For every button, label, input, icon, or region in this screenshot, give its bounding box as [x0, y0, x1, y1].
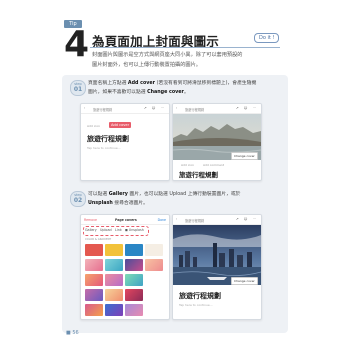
cover-swatch[interactable] — [85, 289, 103, 301]
page-number-value: 56 — [72, 330, 79, 336]
cover-swatch[interactable] — [85, 259, 103, 271]
text-run: 頁面名稱上方點選 — [88, 81, 128, 86]
tab-link[interactable]: Link — [115, 228, 122, 232]
add-icon-link[interactable]: Add icon — [87, 124, 100, 128]
topbar-title: 旅遊行程規劃 — [93, 107, 113, 112]
cover-swatch[interactable] — [105, 304, 123, 316]
back-icon[interactable]: ‹ — [84, 106, 85, 110]
topbar-title: 旅遊行程規劃 — [185, 218, 205, 223]
cover-swatch[interactable] — [125, 274, 143, 286]
intro-line: 封面圖片與圖示是空方式與網頁座大同小異，除了可以套用預設的 — [92, 52, 243, 58]
page-title[interactable]: 旅遊行程規劃 — [179, 291, 221, 301]
page-hint[interactable]: Tap here to continue... — [87, 146, 121, 150]
text-run: (若沒有看到可將滑鼠移到標題上)，會產生隨機 — [155, 81, 257, 86]
text-run: 。 — [183, 89, 189, 95]
mockup-topbar: ‹ 旅遊行程規劃 ↗ ☺ ⋯ — [173, 215, 261, 225]
intro-line: 圖片封面外，也可以上傳行動裝置拍攝的圖片。 — [92, 62, 201, 68]
add-icon-link[interactable]: Add icon — [181, 163, 194, 167]
cover-swatch[interactable] — [85, 304, 103, 316]
mockup-with-cover: ‹ 旅遊行程規劃 ↗ ☺ ⋯ Change cover Add icon Add… — [172, 103, 262, 181]
topbar-icons[interactable]: ↗ ☺ ⋯ — [236, 217, 258, 221]
mockup-page-covers: Remove Page covers Done Gallery Upload L… — [80, 214, 170, 320]
step-01-text: 頁面名稱上方點選 Add cover (若沒有看到可將滑鼠移到標題上)，會產生隨… — [88, 80, 284, 97]
topbar-title: 旅遊行程規劃 — [185, 107, 205, 112]
cover-swatch[interactable] — [105, 289, 123, 301]
mockup-unsplash-cover: ‹ 旅遊行程規劃 ↗ ☺ ⋯ Change cover 旅遊行程規劃 Tap h… — [172, 214, 262, 320]
cover-image-harbor — [173, 225, 261, 285]
cover-swatch[interactable] — [85, 274, 103, 286]
do-it-badge: Do it ! — [254, 33, 280, 43]
topbar-icons[interactable]: ↗ ☺ ⋯ — [144, 106, 166, 110]
cover-swatch[interactable] — [125, 259, 143, 271]
remove-button[interactable]: Remove — [84, 218, 97, 222]
text-bold: Gallery — [108, 192, 128, 197]
step-number: 02 — [73, 197, 83, 204]
change-cover-button[interactable]: Change cover — [231, 152, 258, 160]
cover-swatch[interactable] — [125, 244, 143, 256]
intro-text: 封面圖片與圖示是空方式與網頁座大同小異，除了可以套用預設的 圖片封面外，也可以上… — [92, 50, 282, 70]
cover-swatch[interactable] — [105, 244, 123, 256]
cover-picker-header: Remove Page covers Done — [81, 215, 169, 225]
text-bold: Unsplash — [88, 200, 113, 206]
step-number: 01 — [73, 86, 83, 93]
title-divider — [90, 47, 280, 48]
page-number: ■ 56 — [66, 330, 79, 336]
change-cover-button[interactable]: Change cover — [231, 277, 258, 285]
cover-swatch[interactable] — [125, 289, 143, 301]
cover-swatch[interactable] — [145, 259, 163, 271]
cover-swatch[interactable] — [105, 259, 123, 271]
text-bold: Change cover — [147, 89, 184, 95]
picker-title: Page covers — [115, 217, 137, 222]
page-hint[interactable]: Tap here to continue... — [179, 303, 213, 307]
done-button[interactable]: Done — [158, 218, 166, 222]
section-number: 4 — [64, 24, 90, 65]
page-title[interactable]: 旅遊行程規劃 — [87, 134, 129, 144]
text-run: 圖片，如果不喜歡可以點選 — [88, 89, 148, 95]
cover-swatch[interactable] — [145, 244, 163, 256]
back-icon[interactable]: ‹ — [176, 106, 177, 110]
cover-swatch[interactable] — [85, 244, 103, 256]
mockup-topbar: ‹ 旅遊行程規劃 ↗ ☺ ⋯ — [81, 104, 169, 114]
text-run: 搜尋合適圖片。 — [112, 200, 148, 206]
tab-unsplash-label: Unsplash — [128, 228, 144, 232]
add-cover-button[interactable]: Add cover — [109, 122, 132, 128]
mockup-topbar: ‹ 旅遊行程規劃 ↗ ☺ ⋯ — [173, 104, 261, 114]
tab-upload[interactable]: Upload — [100, 228, 112, 232]
cover-swatch[interactable] — [125, 304, 143, 316]
tab-unsplash[interactable]: ◼ Unsplash — [125, 228, 144, 232]
step-badge-01: step 01 — [70, 80, 86, 96]
text-bold: Add cover — [127, 81, 156, 86]
back-icon[interactable]: ‹ — [176, 217, 177, 221]
cover-swatch[interactable] — [105, 274, 123, 286]
step-badge-02: step 02 — [70, 191, 86, 207]
topbar-icons[interactable]: ↗ ☺ ⋯ — [236, 106, 258, 110]
mockup-add-cover: ‹ 旅遊行程規劃 ↗ ☺ ⋯ Add icon Add cover 旅遊行程規劃… — [80, 103, 170, 181]
add-comment-link[interactable]: Add comment — [203, 163, 224, 167]
page-title[interactable]: 旅遊行程規劃 — [179, 169, 218, 179]
text-run: 圖片，也可以點選 Upload 上傳行動裝置圖片，或於 — [127, 192, 241, 197]
text-run: 可以點選 — [88, 192, 109, 197]
tab-gallery[interactable]: Gallery — [85, 228, 97, 232]
step-02-text: 可以點選 Gallery 圖片，也可以點選 Upload 上傳行動裝置圖片，或於… — [88, 191, 284, 208]
gradient-section-label: COLOR & GRADIENT — [85, 238, 112, 241]
